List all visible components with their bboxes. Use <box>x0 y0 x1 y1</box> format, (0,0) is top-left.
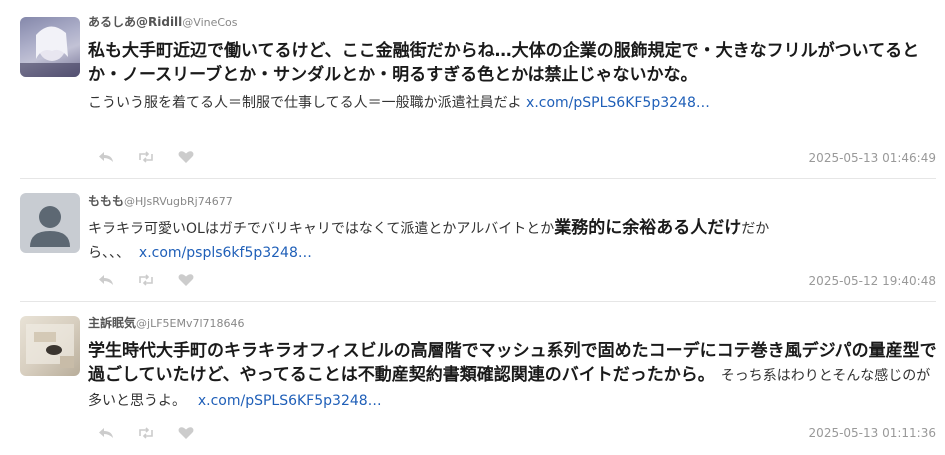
avatar[interactable] <box>20 17 80 77</box>
user-handle[interactable]: @jLF5EMv7l718646 <box>136 317 245 330</box>
tweet-item: ももも@HJsRVugbRj74677 キラキラ可愛いOLはガチでバリキャリでは… <box>0 179 945 301</box>
tweet-actions <box>97 273 195 287</box>
reply-icon[interactable] <box>97 150 115 164</box>
tweet-header: ももも@HJsRVugbRj74677 <box>88 192 233 209</box>
retweet-icon[interactable] <box>137 273 155 287</box>
tweet-text-line: 学生時代大手町のキラキラオフィスビルの高層階でマッシュ系列で固めたコーデにコテ巻… <box>88 339 938 413</box>
avatar-image <box>26 324 74 368</box>
tweet-text-large: 業務的に余裕ある人だけ <box>554 218 742 238</box>
timestamp[interactable]: 2025-05-12 19:40:48 <box>809 274 936 288</box>
tweet-item: あるしあ@Ridill@VineCos 私も大手町近辺で働いてるけど、ここ金融街… <box>0 0 945 178</box>
tweet-body: キラキラ可愛いOLはガチでバリキャリではなくて派遣とかアルバイトとか業務的に余裕… <box>88 216 938 265</box>
retweet-icon[interactable] <box>137 426 155 440</box>
tweet-body: 学生時代大手町のキラキラオフィスビルの高層階でマッシュ系列で固めたコーデにコテ巻… <box>88 339 938 413</box>
like-icon[interactable] <box>177 426 195 440</box>
tweet-text-small: キラキラ可愛いOLはガチでバリキャリではなくて派遣とかアルバイトとか <box>88 221 555 237</box>
tweet-feed: あるしあ@Ridill@VineCos 私も大手町近辺で働いてるけど、ここ金融街… <box>0 0 945 455</box>
tweet-text-large: 私も大手町近辺で働いてるけど、ここ金融街だからね…大体の企業の服飾規定で・大きな… <box>88 41 920 85</box>
tweet-actions <box>97 150 195 164</box>
tweet-link[interactable]: x.com/pSPLS6KF5p3248… <box>198 393 382 409</box>
avatar-image <box>20 17 80 77</box>
user-name[interactable]: 主訴眠気 <box>88 316 136 330</box>
tweet-link[interactable]: x.com/pspls6kf5p3248… <box>139 245 312 261</box>
user-name[interactable]: あるしあ@Ridill <box>88 15 182 29</box>
tweet-header: あるしあ@Ridill@VineCos <box>88 13 238 30</box>
tweet-text-line: キラキラ可愛いOLはガチでバリキャリではなくて派遣とかアルバイトとか業務的に余裕… <box>88 216 938 265</box>
avatar[interactable] <box>20 316 80 376</box>
reply-icon[interactable] <box>97 426 115 440</box>
reply-icon[interactable] <box>97 273 115 287</box>
avatar[interactable] <box>20 193 80 253</box>
retweet-icon[interactable] <box>137 150 155 164</box>
tweet-link[interactable]: x.com/pSPLS6KF5p3248… <box>526 95 710 111</box>
tweet-actions <box>97 426 195 440</box>
default-avatar-icon <box>30 206 70 247</box>
like-icon[interactable] <box>177 273 195 287</box>
like-icon[interactable] <box>177 150 195 164</box>
tweet-header: 主訴眠気@jLF5EMv7l718646 <box>88 314 245 331</box>
timestamp[interactable]: 2025-05-13 01:46:49 <box>809 151 936 165</box>
user-handle[interactable]: @HJsRVugbRj74677 <box>124 195 233 208</box>
user-handle[interactable]: @VineCos <box>182 16 237 29</box>
tweet-text-small: こういう服を着てる人＝制服で仕事してる人＝一般職か派遣社員だよ <box>88 95 522 111</box>
user-name[interactable]: ももも <box>88 194 124 208</box>
tweet-item: 主訴眠気@jLF5EMv7l718646 学生時代大手町のキラキラオフィスビルの… <box>0 302 945 455</box>
timestamp[interactable]: 2025-05-13 01:11:36 <box>809 426 936 440</box>
tweet-text-line: こういう服を着てる人＝制服で仕事してる人＝一般職か派遣社員だよ x.com/pS… <box>88 91 938 115</box>
tweet-body: 私も大手町近辺で働いてるけど、ここ金融街だからね…大体の企業の服飾規定で・大きな… <box>88 39 938 115</box>
